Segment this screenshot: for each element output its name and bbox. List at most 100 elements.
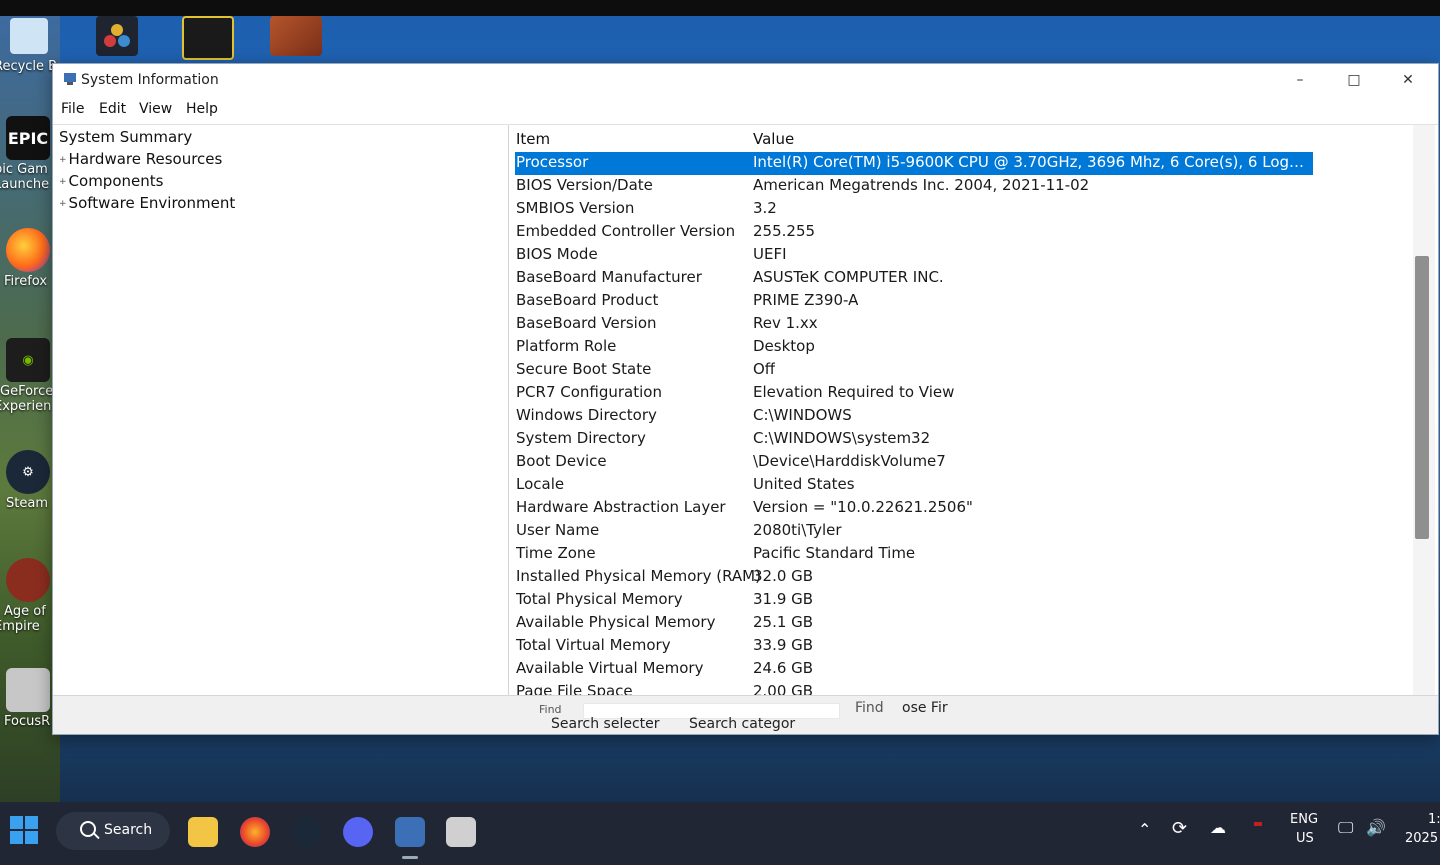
scrollbar-thumb[interactable] (1415, 256, 1429, 539)
table-row[interactable]: BaseBoard Version Rev 1.xx (513, 313, 1408, 336)
focusrite-icon (6, 668, 50, 712)
table-row[interactable]: Platform Role Desktop (513, 336, 1408, 359)
discord-icon[interactable] (343, 817, 373, 847)
menu-bar: File Edit View Help (53, 96, 1438, 124)
start-button[interactable] (10, 816, 38, 844)
details-rows: Processor Intel(R) Core(TM) i5-9600K CPU … (513, 152, 1408, 695)
age-of-empires-shortcut[interactable]: Age of Empire (0, 558, 56, 634)
taskbar-search-label: Search (104, 822, 153, 838)
table-row[interactable]: Secure Boot State Off (513, 359, 1408, 382)
show-hidden-icons-chevron-icon[interactable]: ⌃ (1138, 820, 1151, 839)
table-row[interactable]: Embedded Controller Version 255.255 (513, 221, 1408, 244)
tree-item-components[interactable]: + Components (59, 172, 163, 190)
table-row[interactable]: Total Virtual Memory 33.9 GB (513, 635, 1408, 658)
steam-icon: ⚙ (6, 450, 50, 494)
close-button[interactable]: ✕ (1385, 66, 1431, 94)
table-row[interactable]: Time Zone Pacific Standard Time (513, 543, 1408, 566)
search-category-names-checkbox[interactable]: Search categor (689, 716, 795, 732)
table-row[interactable]: BIOS Mode UEFI (513, 244, 1408, 267)
expand-icon[interactable]: + (59, 177, 67, 187)
clock-time[interactable]: 1: (1428, 812, 1440, 827)
volume-icon[interactable]: 🔊 (1366, 818, 1386, 837)
row-item: BaseBoard Product (516, 291, 659, 309)
table-row[interactable]: Windows Directory C:\WINDOWS (513, 405, 1408, 428)
menu-edit[interactable]: Edit (99, 101, 126, 117)
table-row[interactable]: Available Virtual Memory 24.6 GB (513, 658, 1408, 681)
tray-app-icon[interactable] (1254, 822, 1262, 826)
firefox-taskbar-icon[interactable] (240, 817, 270, 847)
file-explorer-icon[interactable] (188, 817, 218, 847)
age-of-empires-label: Age of (4, 604, 46, 619)
recycle-bin-shortcut-icon[interactable] (10, 18, 48, 54)
table-row[interactable]: Total Physical Memory 31.9 GB (513, 589, 1408, 612)
table-row[interactable]: BIOS Version/Date American Megatrends Inc… (513, 175, 1408, 198)
firefox-shortcut[interactable]: Firefox (0, 228, 56, 289)
system-information-taskbar-icon[interactable] (395, 817, 425, 847)
minimize-button[interactable]: – (1277, 66, 1323, 94)
language-indicator-top[interactable]: ENG (1290, 812, 1318, 827)
title-bar[interactable]: System Information – □ ✕ (53, 64, 1438, 96)
row-item: BaseBoard Version (516, 314, 657, 332)
window-title: System Information (81, 72, 219, 88)
row-item: SMBIOS Version (516, 199, 635, 217)
search-selected-category-checkbox[interactable]: Search selecter (551, 716, 660, 732)
table-row[interactable]: PCR7 Configuration Elevation Required to … (513, 382, 1408, 405)
table-row[interactable]: BaseBoard Manufacturer ASUSTeK COMPUTER I… (513, 267, 1408, 290)
tree-item-hardware-resources[interactable]: + Hardware Resources (59, 150, 222, 168)
table-row[interactable]: Boot Device \Device\HarddiskVolume7 (513, 451, 1408, 474)
row-item: Available Virtual Memory (516, 659, 704, 677)
focusrite-shortcut[interactable]: FocusR (0, 668, 56, 729)
row-item: Page File Space (516, 682, 633, 695)
find-what-label: Find (539, 703, 562, 716)
menu-help[interactable]: Help (186, 101, 218, 117)
sync-icon[interactable]: ⟳ (1172, 818, 1187, 839)
geforce-shortcut[interactable]: ◉ GeForce Experien (0, 338, 56, 414)
geforce-icon: ◉ (6, 338, 50, 382)
row-item: Platform Role (516, 337, 617, 355)
expand-icon[interactable]: + (59, 199, 67, 209)
table-row[interactable]: BaseBoard Product PRIME Z390-A (513, 290, 1408, 313)
steam-label: Steam (6, 496, 48, 511)
tree-item-software-environment[interactable]: + Software Environment (59, 194, 235, 212)
column-header-value[interactable]: Value (753, 130, 794, 148)
menu-file[interactable]: File (61, 101, 84, 117)
epic-games-label: pic Gam (0, 162, 48, 177)
row-value: 31.9 GB (753, 590, 814, 608)
network-icon[interactable]: 🖵 (1338, 818, 1353, 838)
table-row[interactable]: Processor Intel(R) Core(TM) i5-9600K CPU … (515, 152, 1313, 175)
epic-games-shortcut[interactable]: EPIC pic Gam Launche (0, 116, 56, 192)
table-row[interactable]: SMBIOS Version 3.2 (513, 198, 1408, 221)
menu-view[interactable]: View (139, 101, 172, 117)
expand-icon[interactable]: + (59, 155, 67, 165)
close-find-button[interactable]: ose Fir (902, 700, 948, 716)
geforce-label: GeForce (0, 384, 54, 399)
tree-item-system-summary[interactable]: System Summary (59, 128, 192, 146)
table-row[interactable]: Hardware Abstraction Layer Version = "10.… (513, 497, 1408, 520)
row-value: C:\WINDOWS (753, 406, 852, 424)
game-shortcut-icon[interactable] (270, 16, 322, 56)
table-row[interactable]: Available Physical Memory 25.1 GB (513, 612, 1408, 635)
clock-date[interactable]: 2025 (1405, 831, 1438, 846)
taskbar: Search ⌃ ⟳ ☁ ENG US 🖵 🔊 1: 2025 (0, 802, 1440, 865)
onedrive-icon[interactable]: ☁ (1210, 818, 1226, 837)
table-row[interactable]: Locale United States (513, 474, 1408, 497)
row-value: \Device\HarddiskVolume7 (753, 452, 946, 470)
row-value: UEFI (753, 245, 787, 263)
app-taskbar-icon[interactable] (446, 817, 476, 847)
language-indicator-bottom[interactable]: US (1296, 831, 1314, 846)
davinci-resolve-icon[interactable] (96, 16, 138, 56)
recycle-bin-label-wrap[interactable]: Recycle B (0, 59, 57, 74)
row-item: User Name (516, 521, 600, 539)
steam-taskbar-icon[interactable] (291, 817, 321, 847)
table-row[interactable]: System Directory C:\WINDOWS\system32 (513, 428, 1408, 451)
table-row[interactable]: Page File Space 2.00 GB (513, 681, 1408, 695)
steam-shortcut[interactable]: ⚙ Steam (0, 450, 56, 511)
column-header-item[interactable]: Item (516, 130, 550, 148)
taskbar-search[interactable]: Search (56, 812, 170, 850)
row-value: ASUSTeK COMPUTER INC. (753, 268, 944, 286)
app-shortcut-icon[interactable] (182, 16, 234, 60)
table-row[interactable]: User Name 2080ti\Tyler (513, 520, 1408, 543)
table-row[interactable]: Installed Physical Memory (RAM) 32.0 GB (513, 566, 1408, 589)
maximize-button[interactable]: □ (1331, 66, 1377, 94)
find-button[interactable]: Find (855, 700, 884, 716)
